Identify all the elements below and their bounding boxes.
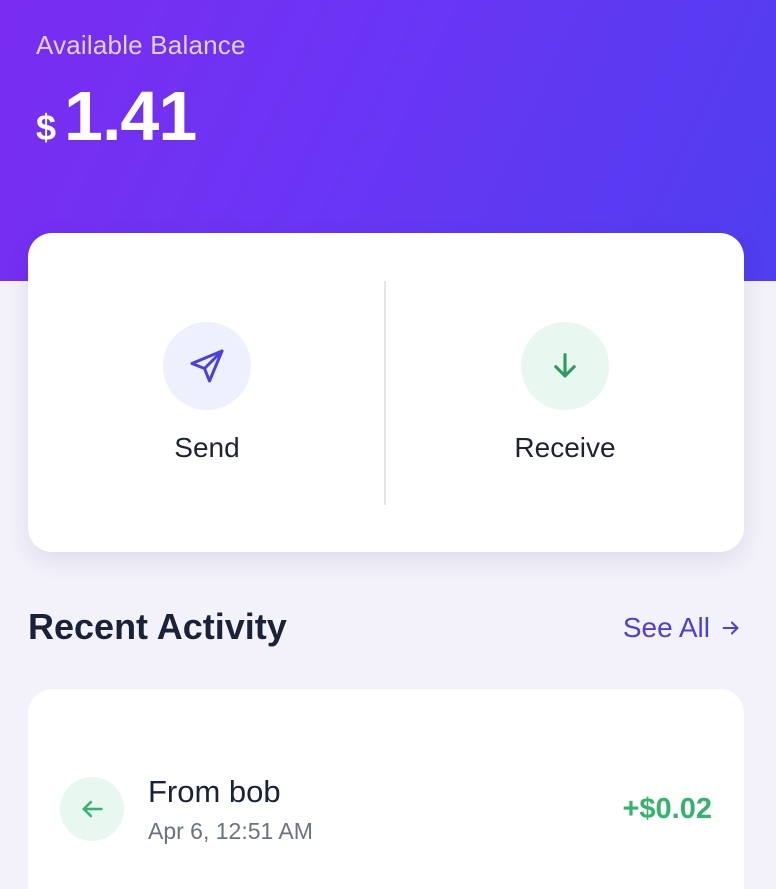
see-all-label: See All <box>622 612 710 643</box>
receive-icon-circle <box>521 321 609 410</box>
incoming-icon-circle <box>60 777 124 841</box>
activity-list: From bob Apr 6, 12:51 AM +$0.02 <box>28 689 744 889</box>
balance-amount-row: $ 1.41 <box>36 76 197 156</box>
balance-amount: 1.41 <box>64 77 197 155</box>
transaction-amount: +$0.02 <box>622 792 712 825</box>
send-icon <box>190 349 224 382</box>
actions-card: Send Receive <box>28 233 744 552</box>
transaction-time: Apr 6, 12:51 AM <box>148 817 313 844</box>
transaction-details: From bob Apr 6, 12:51 AM <box>148 774 622 845</box>
send-icon-circle <box>163 321 251 410</box>
balance-label: Available Balance <box>36 30 246 60</box>
arrow-left-icon <box>82 800 103 818</box>
list-item[interactable]: From bob Apr 6, 12:51 AM +$0.02 <box>60 774 712 844</box>
arrow-right-icon <box>722 621 739 635</box>
transaction-title: From bob <box>148 773 281 809</box>
actions-divider <box>384 281 386 505</box>
send-label: Send <box>174 431 240 463</box>
receive-label: Receive <box>514 431 616 463</box>
send-button[interactable]: Send <box>28 233 386 552</box>
arrow-down-icon <box>554 352 576 377</box>
currency-symbol: $ <box>36 107 57 148</box>
see-all-link[interactable]: See All <box>623 612 742 644</box>
receive-button[interactable]: Receive <box>386 233 744 552</box>
recent-activity-title: Recent Activity <box>28 606 287 647</box>
